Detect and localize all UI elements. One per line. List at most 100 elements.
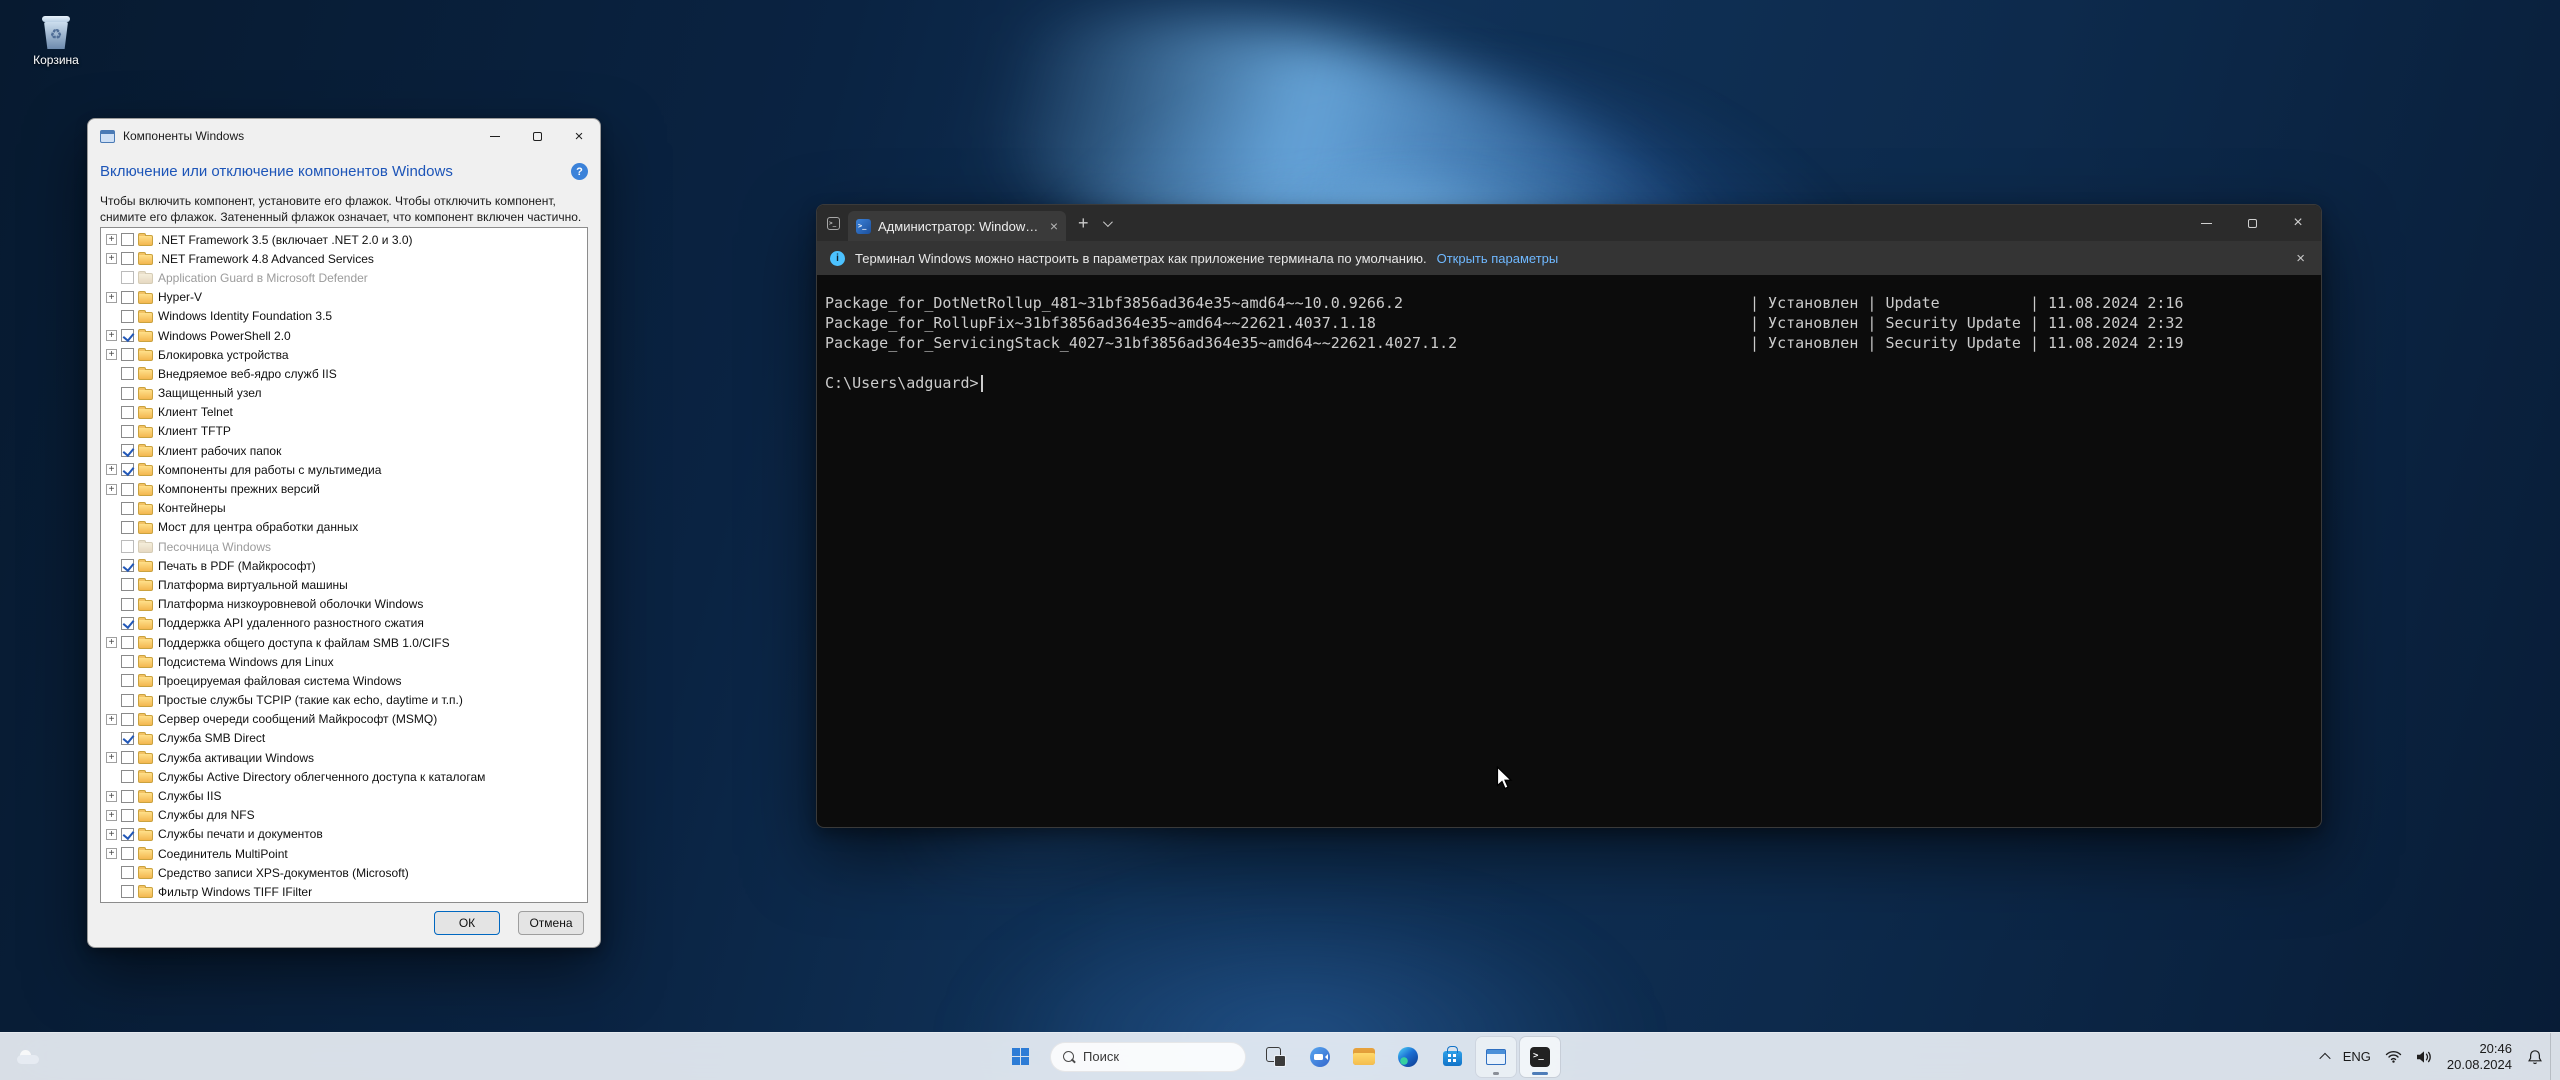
task-view-button[interactable]: [1256, 1037, 1296, 1077]
windows-features-taskbar-button[interactable]: [1476, 1037, 1516, 1077]
feature-item[interactable]: Windows PowerShell 2.0: [101, 326, 587, 345]
terminal-titlebar[interactable]: Администратор: Windows Po × + ×: [817, 205, 2321, 241]
feature-checkbox[interactable]: [121, 578, 134, 591]
feature-item[interactable]: Компоненты прежних версий: [101, 479, 587, 498]
feature-checkbox[interactable]: [121, 655, 134, 668]
expand-icon[interactable]: [106, 349, 117, 360]
dialog-minimize-button[interactable]: [474, 119, 516, 153]
feature-item[interactable]: Служба SMB Direct: [101, 729, 587, 748]
feature-checkbox[interactable]: [121, 291, 134, 304]
feature-checkbox[interactable]: [121, 444, 134, 457]
feature-checkbox[interactable]: [121, 770, 134, 783]
feature-checkbox[interactable]: [121, 367, 134, 380]
feature-checkbox[interactable]: [121, 329, 134, 342]
expand-icon[interactable]: [106, 330, 117, 341]
feature-checkbox[interactable]: [121, 598, 134, 611]
feature-checkbox[interactable]: [121, 502, 134, 515]
feature-checkbox[interactable]: [121, 233, 134, 246]
feature-item[interactable]: Application Guard в Microsoft Defender: [101, 268, 587, 287]
ok-button[interactable]: ОК: [434, 911, 500, 935]
feature-checkbox[interactable]: [121, 809, 134, 822]
feature-item[interactable]: .NET Framework 4.8 Advanced Services: [101, 249, 587, 268]
expand-icon[interactable]: [106, 714, 117, 725]
expand-icon[interactable]: [106, 848, 117, 859]
feature-item[interactable]: Клиент TFTP: [101, 422, 587, 441]
feature-item[interactable]: Сервер очереди сообщений Майкрософт (MSM…: [101, 710, 587, 729]
feature-checkbox[interactable]: [121, 885, 134, 898]
feature-item[interactable]: Контейнеры: [101, 499, 587, 518]
feature-item[interactable]: Соединитель MultiPoint: [101, 844, 587, 863]
feature-item[interactable]: Песочница Windows: [101, 537, 587, 556]
feature-checkbox[interactable]: [121, 732, 134, 745]
feature-checkbox[interactable]: [121, 540, 134, 553]
feature-item[interactable]: Средство записи XPS-документов (Microsof…: [101, 863, 587, 882]
feature-checkbox[interactable]: [121, 387, 134, 400]
feature-checkbox[interactable]: [121, 790, 134, 803]
feature-checkbox[interactable]: [121, 406, 134, 419]
store-button[interactable]: [1432, 1037, 1472, 1077]
feature-item[interactable]: Внедряемое веб-ядро служб IIS: [101, 364, 587, 383]
notifications-button[interactable]: [2520, 1037, 2550, 1077]
feature-item[interactable]: Windows Identity Foundation 3.5: [101, 307, 587, 326]
feature-checkbox[interactable]: [121, 674, 134, 687]
feature-item[interactable]: Службы IIS: [101, 786, 587, 805]
help-icon[interactable]: ?: [571, 163, 588, 180]
terminal-taskbar-button[interactable]: [1520, 1037, 1560, 1077]
feature-checkbox[interactable]: [121, 425, 134, 438]
widgets-button[interactable]: [8, 1037, 48, 1077]
clock[interactable]: 20:46 20.08.2024: [2439, 1041, 2520, 1073]
feature-item[interactable]: Блокировка устройства: [101, 345, 587, 364]
feature-item[interactable]: Поддержка общего доступа к файлам SMB 1.…: [101, 633, 587, 652]
dialog-maximize-button[interactable]: [516, 119, 558, 153]
search-box[interactable]: Поиск: [1050, 1042, 1246, 1072]
file-explorer-button[interactable]: [1344, 1037, 1384, 1077]
terminal-tab[interactable]: Администратор: Windows Po ×: [848, 211, 1066, 241]
expand-icon[interactable]: [106, 292, 117, 303]
feature-item[interactable]: Поддержка API удаленного разностного сжа…: [101, 614, 587, 633]
expand-icon[interactable]: [106, 637, 117, 648]
feature-checkbox[interactable]: [121, 866, 134, 879]
feature-checkbox[interactable]: [121, 348, 134, 361]
feature-item[interactable]: Служба активации Windows: [101, 748, 587, 767]
feature-checkbox[interactable]: [121, 271, 134, 284]
feature-item[interactable]: Проецируемая файловая система Windows: [101, 671, 587, 690]
tab-close-icon[interactable]: ×: [1050, 219, 1058, 233]
network-button[interactable]: [2378, 1037, 2409, 1077]
feature-checkbox[interactable]: [121, 847, 134, 860]
new-tab-button[interactable]: +: [1078, 213, 1089, 234]
expand-icon[interactable]: [106, 791, 117, 802]
open-settings-link[interactable]: Открыть параметры: [1437, 251, 1559, 266]
feature-item[interactable]: Платформа низкоуровневой оболочки Window…: [101, 595, 587, 614]
feature-checkbox[interactable]: [121, 713, 134, 726]
feature-item[interactable]: Компоненты для работы с мультимедиа: [101, 460, 587, 479]
dialog-titlebar[interactable]: Компоненты Windows ×: [88, 119, 600, 153]
start-button[interactable]: [1000, 1037, 1040, 1077]
feature-item[interactable]: Простые службы TCPIP (такие как echo, da…: [101, 691, 587, 710]
feature-checkbox[interactable]: [121, 751, 134, 764]
terminal-minimize-button[interactable]: [2183, 205, 2229, 241]
feature-item[interactable]: Клиент рабочих папок: [101, 441, 587, 460]
feature-checkbox[interactable]: [121, 310, 134, 323]
feature-checkbox[interactable]: [121, 617, 134, 630]
feature-item[interactable]: Защищенный узел: [101, 384, 587, 403]
feature-checkbox[interactable]: [121, 521, 134, 534]
expand-icon[interactable]: [106, 253, 117, 264]
expand-icon[interactable]: [106, 464, 117, 475]
tab-dropdown-icon[interactable]: [1102, 217, 1112, 227]
feature-checkbox[interactable]: [121, 559, 134, 572]
expand-icon[interactable]: [106, 234, 117, 245]
feature-item[interactable]: Клиент Telnet: [101, 403, 587, 422]
expand-icon[interactable]: [106, 752, 117, 763]
expand-icon[interactable]: [106, 829, 117, 840]
feature-item[interactable]: Службы для NFS: [101, 806, 587, 825]
feature-item[interactable]: .NET Framework 3.5 (включает .NET 2.0 и …: [101, 230, 587, 249]
feature-item[interactable]: Печать в PDF (Майкрософт): [101, 556, 587, 575]
volume-button[interactable]: [2409, 1037, 2439, 1077]
expand-icon[interactable]: [106, 484, 117, 495]
chat-button[interactable]: [1300, 1037, 1340, 1077]
show-desktop-button[interactable]: [2550, 1033, 2556, 1080]
feature-item[interactable]: Подсистема Windows для Linux: [101, 652, 587, 671]
dialog-close-button[interactable]: ×: [558, 119, 600, 153]
command-prompt[interactable]: C:\Users\adguard>: [825, 373, 2313, 393]
feature-item[interactable]: Hyper-V: [101, 288, 587, 307]
